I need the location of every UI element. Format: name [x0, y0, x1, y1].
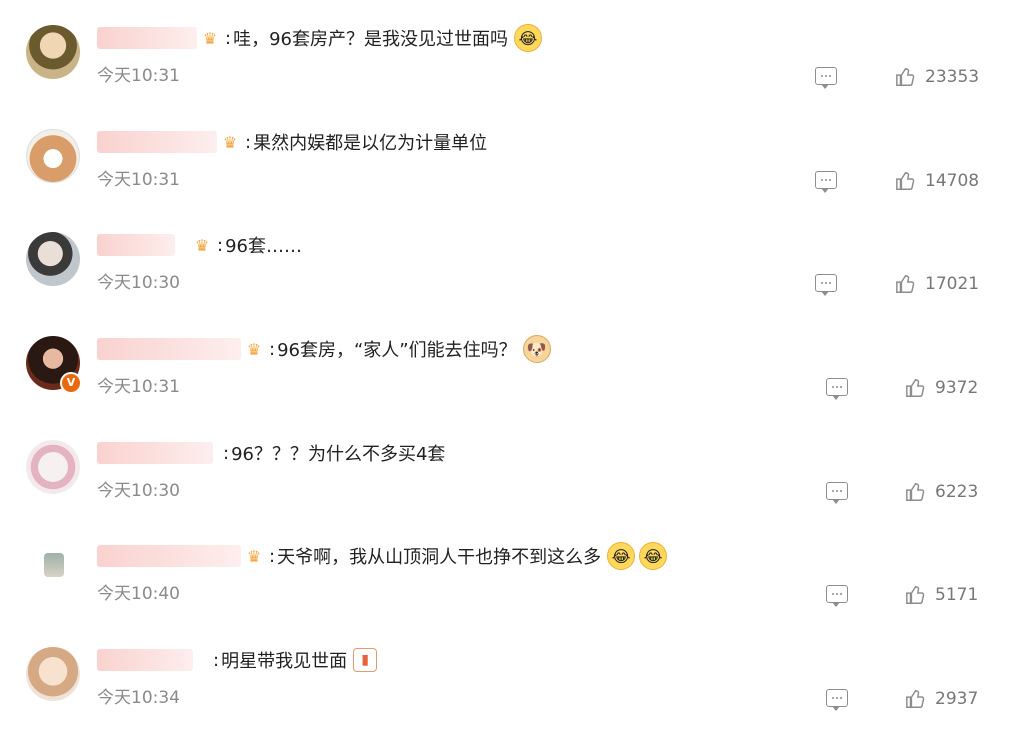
comment-line: ♛ : 天爷啊，我从山顶洞人干也挣不到这么多 😂 😂 [97, 542, 668, 570]
avatar[interactable] [44, 553, 64, 577]
thumbs-up-icon [905, 688, 927, 710]
like-button[interactable]: 14708 [895, 170, 979, 192]
comment-line: ♛ : 果然内娱都是以亿为计量单位 [97, 128, 487, 156]
crying-laughing-emoji-icon: 😂 [607, 542, 636, 570]
username-blurred[interactable] [97, 545, 241, 567]
like-count: 23353 [925, 67, 980, 87]
like-count: 6223 [935, 482, 979, 502]
reply-icon[interactable] [815, 274, 837, 296]
verified-badge-icon: V [60, 372, 82, 394]
comment-text: 果然内娱都是以亿为计量单位 [253, 133, 488, 154]
timestamp: 今天10:31 [97, 377, 180, 397]
crying-laughing-emoji-icon: 😂 [513, 24, 542, 52]
comment-line: : 明星带我见世面 ▮ [97, 646, 378, 674]
avatar[interactable] [26, 25, 80, 79]
vip-crown-icon: ♛ [246, 546, 262, 566]
timestamp: 今天10:34 [97, 688, 180, 708]
avatar[interactable] [26, 647, 80, 701]
reply-icon[interactable] [826, 689, 848, 711]
timestamp: 今天10:30 [97, 481, 180, 501]
comment-text: 96？？？为什么不多买4套 [231, 444, 446, 465]
comment-item: : 96？？？为什么不多买4套 今天10:30 6223 [0, 418, 1024, 522]
comment-text: 哇，96套房产？是我没见过世面吗 [233, 29, 508, 50]
vip-crown-icon: ♛ [202, 28, 218, 48]
like-count: 2937 [935, 689, 979, 709]
thumbs-up-icon [895, 66, 917, 88]
like-count: 9372 [935, 378, 979, 398]
comment-item: : 明星带我见世面 ▮ 今天10:34 2937 [0, 625, 1024, 729]
like-button[interactable]: 9372 [905, 377, 978, 399]
username-blurred[interactable] [97, 27, 197, 49]
timestamp: 今天10:31 [97, 170, 180, 190]
thumbs-up-icon [895, 170, 917, 192]
comment-item: ♛ : 天爷啊，我从山顶洞人干也挣不到这么多 😂 😂 今天10:40 5171 [0, 521, 1024, 625]
reply-icon[interactable] [815, 67, 837, 89]
timestamp: 今天10:30 [97, 273, 180, 293]
like-button[interactable]: 17021 [895, 273, 979, 295]
username-blurred[interactable] [97, 338, 241, 360]
comment-line: ♛ : 哇，96套房产？是我没见过世面吗 😂 [97, 24, 542, 52]
comment-line: : 96？？？为什么不多买4套 [97, 439, 445, 467]
reply-icon[interactable] [826, 378, 848, 400]
avatar[interactable] [26, 129, 80, 183]
thumbs-up-icon [905, 377, 927, 399]
username-blurred[interactable] [97, 234, 175, 256]
vip-crown-icon: ♛ [246, 339, 262, 359]
thumbs-up-icon [905, 584, 927, 606]
thumbs-up-icon [895, 273, 917, 295]
reply-icon[interactable] [815, 171, 837, 193]
crying-laughing-emoji-icon: 😂 [639, 542, 668, 570]
comment-list: ♛ : 哇，96套房产？是我没见过世面吗 😂 今天10:31 23353 ♛ :… [0, 0, 1024, 740]
comment-item: ♛ : 哇，96套房产？是我没见过世面吗 😂 今天10:31 23353 [0, 3, 1024, 107]
comment-line: ♛ : 96套房，“家人”们能去住吗？ 🐶 [97, 335, 551, 363]
box-emoji-icon: ▮ [353, 648, 378, 672]
comment-item: ♛ : 果然内娱都是以亿为计量单位 今天10:31 14708 [0, 107, 1024, 211]
vip-crown-icon: ♛ [222, 132, 238, 152]
comment-line: ♛ : 96套…… [97, 231, 302, 259]
like-button[interactable]: 2937 [905, 688, 978, 710]
comment-item: V ♛ : 96套房，“家人”们能去住吗？ 🐶 今天10:31 9372 [0, 314, 1024, 418]
reply-icon[interactable] [826, 482, 848, 504]
username-blurred[interactable] [97, 131, 217, 153]
like-count: 17021 [925, 274, 980, 294]
avatar[interactable] [26, 232, 80, 286]
like-count: 14708 [925, 171, 980, 191]
comment-text: 96套…… [225, 236, 302, 257]
comment-text: 天爷啊，我从山顶洞人干也挣不到这么多 [277, 547, 602, 568]
avatar[interactable] [26, 440, 80, 494]
thumbs-up-icon [905, 481, 927, 503]
vip-crown-icon: ♛ [194, 235, 210, 255]
like-count: 5171 [935, 585, 979, 605]
timestamp: 今天10:31 [97, 66, 180, 86]
like-button[interactable]: 23353 [895, 66, 979, 88]
comment-text: 明星带我见世面 [221, 651, 348, 672]
doge-emoji-icon: 🐶 [522, 335, 551, 363]
timestamp: 今天10:40 [97, 584, 180, 604]
username-blurred[interactable] [97, 649, 193, 671]
reply-icon[interactable] [826, 585, 848, 607]
like-button[interactable]: 5171 [905, 584, 978, 606]
username-blurred[interactable] [97, 442, 213, 464]
comment-item: ♛ : 96套…… 今天10:30 17021 [0, 210, 1024, 314]
comment-text: 96套房，“家人”们能去住吗？ [277, 340, 517, 361]
like-button[interactable]: 6223 [905, 481, 978, 503]
